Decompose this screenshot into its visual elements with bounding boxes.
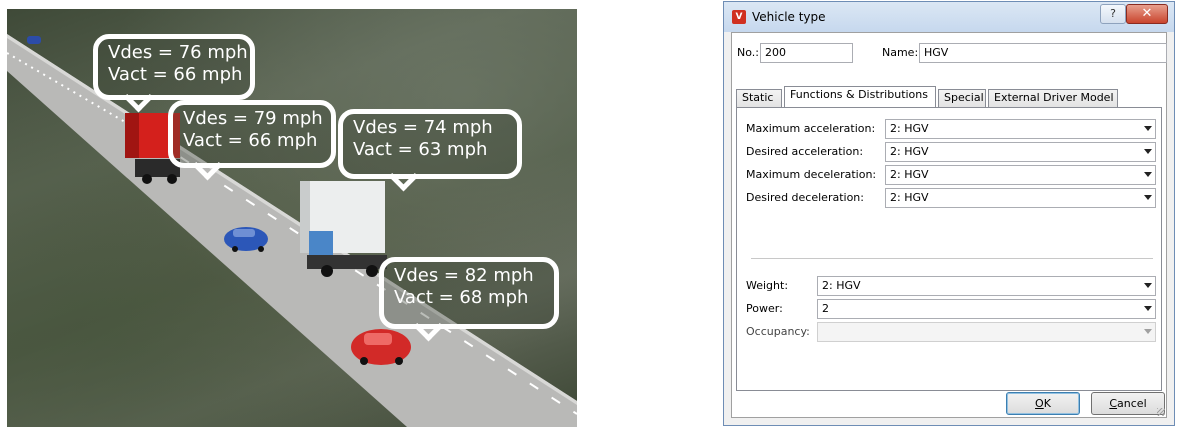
ok-button[interactable]: OK bbox=[1006, 392, 1080, 415]
speed-bubble: Vdes = 82 mph Vact = 68 mph bbox=[379, 257, 559, 342]
name-label: Name: bbox=[882, 46, 919, 59]
selected-value: 2: HGV bbox=[822, 279, 861, 292]
speed-bubble: Vdes = 74 mph Vact = 63 mph bbox=[338, 109, 522, 192]
max-deceleration-select[interactable]: 2: HGV bbox=[885, 165, 1156, 185]
tab-functions-distributions[interactable]: Functions & Distributions bbox=[784, 86, 936, 107]
vehicle-type-dialog: V Vehicle type ? ✕ No.: 200 Name: HGV St… bbox=[723, 1, 1175, 426]
tab-external-driver-model[interactable]: External Driver Model bbox=[988, 89, 1118, 107]
selected-value: 2: HGV bbox=[890, 168, 929, 181]
divider bbox=[751, 258, 1153, 259]
selected-value: 2: HGV bbox=[890, 191, 929, 204]
tab-static[interactable]: Static bbox=[736, 89, 782, 107]
speed-bubble: Vdes = 79 mph Vact = 66 mph bbox=[168, 100, 336, 181]
ok-mnemonic: O bbox=[1035, 397, 1044, 410]
max-deceleration-label: Maximum deceleration: bbox=[746, 168, 877, 181]
help-button[interactable]: ? bbox=[1100, 4, 1126, 24]
power-select[interactable]: 2 bbox=[817, 299, 1156, 319]
occupancy-label: Occupancy: bbox=[746, 325, 810, 338]
number-label: No.: bbox=[737, 46, 759, 59]
weight-label: Weight: bbox=[746, 279, 789, 292]
desired-deceleration-select[interactable]: 2: HGV bbox=[885, 188, 1156, 208]
desired-acceleration-select[interactable]: 2: HGV bbox=[885, 142, 1156, 162]
car-far-blue bbox=[27, 36, 41, 44]
title-bar[interactable]: V Vehicle type ? ✕ bbox=[724, 2, 1174, 32]
close-button[interactable]: ✕ bbox=[1126, 4, 1168, 24]
selected-value: 2 bbox=[822, 302, 829, 315]
desired-speed: Vdes = 76 mph bbox=[108, 42, 248, 63]
desired-speed: Vdes = 82 mph bbox=[394, 265, 534, 286]
app-icon: V bbox=[732, 10, 746, 24]
desired-deceleration-label: Desired deceleration: bbox=[746, 191, 864, 204]
actual-speed: Vact = 66 mph bbox=[108, 64, 243, 85]
selected-value: 2: HGV bbox=[890, 122, 929, 135]
truck-white bbox=[300, 181, 387, 277]
weight-select[interactable]: 2: HGV bbox=[817, 276, 1156, 296]
car-red bbox=[351, 329, 411, 365]
chevron-down-icon bbox=[1144, 126, 1152, 131]
name-field[interactable]: HGV bbox=[919, 43, 1167, 63]
power-label: Power: bbox=[746, 302, 783, 315]
chevron-down-icon bbox=[1144, 195, 1152, 200]
actual-speed: Vact = 63 mph bbox=[353, 139, 488, 160]
desired-speed: Vdes = 79 mph bbox=[183, 108, 323, 129]
occupancy-select bbox=[817, 322, 1156, 342]
max-acceleration-select[interactable]: 2: HGV bbox=[885, 119, 1156, 139]
chevron-down-icon bbox=[1144, 149, 1152, 154]
tab-panel: Maximum acceleration: 2: HGV Desired acc… bbox=[736, 107, 1162, 391]
speed-bubble: Vdes = 76 mph Vact = 66 mph bbox=[93, 34, 255, 113]
ok-label: K bbox=[1043, 397, 1051, 410]
chevron-down-icon bbox=[1144, 172, 1152, 177]
cancel-mnemonic: C bbox=[1109, 397, 1118, 410]
cancel-label: ancel bbox=[1117, 397, 1147, 410]
road-edge bbox=[7, 34, 577, 405]
tab-special[interactable]: Special bbox=[938, 89, 986, 107]
chevron-down-icon bbox=[1144, 283, 1152, 288]
desired-acceleration-label: Desired acceleration: bbox=[746, 145, 864, 158]
resize-grip[interactable] bbox=[1157, 408, 1165, 416]
simulation-view: Vdes = 76 mph Vact = 66 mph Vdes = 79 mp… bbox=[7, 9, 577, 427]
chevron-down-icon bbox=[1144, 306, 1152, 311]
chevron-down-icon bbox=[1144, 329, 1152, 334]
dialog-title: Vehicle type bbox=[752, 10, 826, 24]
max-acceleration-label: Maximum acceleration: bbox=[746, 122, 876, 135]
dialog-content: No.: 200 Name: HGV Static Functions & Di… bbox=[731, 32, 1167, 418]
number-field[interactable]: 200 bbox=[760, 43, 853, 63]
selected-value: 2: HGV bbox=[890, 145, 929, 158]
desired-speed: Vdes = 74 mph bbox=[353, 117, 493, 138]
actual-speed: Vact = 68 mph bbox=[394, 287, 529, 308]
actual-speed: Vact = 66 mph bbox=[183, 130, 318, 151]
cancel-button[interactable]: Cancel bbox=[1091, 392, 1165, 415]
